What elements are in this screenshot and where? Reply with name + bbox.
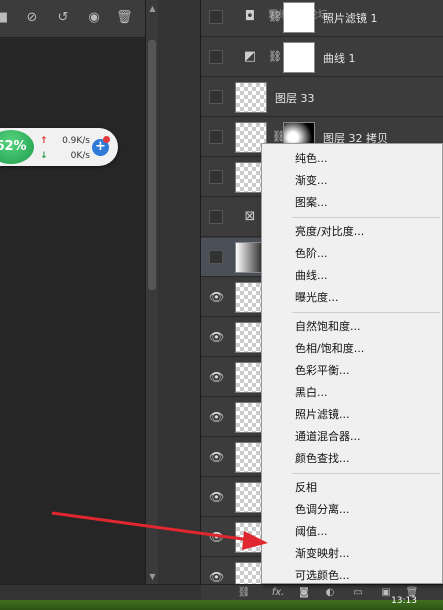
adjustment-context-menu: 纯色... 渐变... 图案... 亮度/对比度... 色阶... 曲线... 曝光度...… <box>261 143 443 584</box>
scrollbar-thumb[interactable] <box>148 40 156 290</box>
panel-gutter <box>158 0 201 584</box>
visibility-toggle[interactable] <box>209 130 223 144</box>
eye-icon: 👁 <box>209 290 225 304</box>
download-arrow-icon: ↓ <box>40 151 48 161</box>
adjustment-layer-icon[interactable]: ◐ <box>323 586 337 599</box>
menu-item[interactable]: 黑白... <box>262 382 443 404</box>
menu-item[interactable]: 渐变... <box>262 170 443 192</box>
menu-item[interactable]: 曲线... <box>262 265 443 287</box>
layer-name[interactable]: 照片滤镜 1 <box>323 10 378 26</box>
layer-name[interactable]: 曲线 1 <box>323 50 356 66</box>
status-bar <box>0 584 201 600</box>
visibility-toggle[interactable] <box>209 210 223 224</box>
canvas-scrollbar[interactable]: ▲ ▼ <box>145 0 158 584</box>
menu-item[interactable]: 反相 <box>262 477 443 499</box>
camera-icon: ◘ <box>244 9 256 24</box>
eye-icon: 👁 <box>209 370 225 384</box>
upload-speed: 0.9K/s <box>62 136 90 146</box>
menu-item[interactable]: 自然饱和度... <box>262 316 443 338</box>
undo-icon[interactable]: ↺ <box>55 10 71 26</box>
visibility-toggle[interactable] <box>209 50 223 64</box>
visibility-toggle[interactable]: 👁 <box>209 330 225 344</box>
mask-link-icon[interactable]: ⛓ <box>268 49 282 65</box>
menu-separator <box>292 473 440 474</box>
canvas-toolbar: ■ ⊘ ↺ ◉ 🗑 <box>0 0 145 38</box>
fx-button[interactable]: fx. <box>267 586 289 599</box>
menu-item[interactable]: 色调分离... <box>262 499 443 521</box>
upload-arrow-icon: ↑ <box>40 136 48 146</box>
watermark: 思缘设计论坛 <box>268 10 328 21</box>
visibility-toggle[interactable]: 👁 <box>209 490 225 504</box>
cpu-percent: 62% <box>0 130 34 164</box>
visibility-toggle[interactable]: 👁 <box>209 450 225 464</box>
menu-item[interactable]: 色相/饱和度... <box>262 338 443 360</box>
eye-icon: 👁 <box>209 570 225 584</box>
menu-item[interactable]: 亮度/对比度... <box>262 221 443 243</box>
eye-icon: 👁 <box>209 450 225 464</box>
mask-icon[interactable]: ◙ <box>297 586 311 599</box>
menu-item[interactable]: 通道混合器... <box>262 426 443 448</box>
scroll-down-icon[interactable]: ▼ <box>148 572 157 581</box>
layer-row[interactable]: 图层 33 <box>201 78 443 117</box>
visibility-toggle[interactable] <box>209 10 223 24</box>
layer-row[interactable]: ◩ ⛓ 曲线 1 <box>201 38 443 77</box>
visibility-toggle[interactable]: 👁 <box>209 570 225 584</box>
menu-item[interactable]: 色彩平衡... <box>262 360 443 382</box>
scroll-up-icon[interactable]: ▲ <box>148 4 157 13</box>
notification-dot <box>103 136 110 143</box>
menu-item[interactable]: 阈值... <box>262 521 443 543</box>
menu-separator <box>292 312 440 313</box>
eye-icon: 👁 <box>209 330 225 344</box>
canvas-area: 62% ↑ 0.9K/s ↓ 0K/s + <box>0 39 145 584</box>
visibility-toggle[interactable] <box>209 170 223 184</box>
eye-icon: 👁 <box>209 410 225 424</box>
menu-item[interactable]: 可选颜色... <box>262 565 443 587</box>
eye-icon: 👁 <box>209 530 225 544</box>
clock: 13:13 <box>391 596 417 606</box>
link-layers-icon[interactable]: ⛓ <box>237 586 251 599</box>
visibility-toggle[interactable] <box>209 90 223 104</box>
visibility-toggle[interactable]: 👁 <box>209 290 225 304</box>
menu-item[interactable]: 图案... <box>262 192 443 214</box>
layer-name[interactable]: 图层 33 <box>275 90 315 106</box>
brightness-icon: ⊠ <box>244 209 256 224</box>
stop-icon[interactable]: ■ <box>0 10 10 26</box>
menu-item[interactable]: 纯色... <box>262 148 443 170</box>
eye-icon: 👁 <box>209 490 225 504</box>
curves-icon: ◩ <box>243 49 257 64</box>
menu-item[interactable]: 色阶... <box>262 243 443 265</box>
menu-item[interactable]: 曝光度... <box>262 287 443 309</box>
trash-icon[interactable]: 🗑 <box>116 10 133 26</box>
menu-separator <box>292 217 440 218</box>
layer-mask-thumbnail[interactable] <box>283 42 315 73</box>
visibility-toggle[interactable]: 👁 <box>209 370 225 384</box>
visibility-toggle[interactable]: 👁 <box>209 410 225 424</box>
visibility-toggle[interactable] <box>209 250 223 264</box>
download-speed: 0K/s <box>70 151 90 161</box>
eye-icon[interactable]: ◉ <box>86 10 102 26</box>
link-icon[interactable]: ⊘ <box>24 10 40 26</box>
menu-item[interactable]: 照片滤镜... <box>262 404 443 426</box>
taskbar: 13:13 <box>0 596 443 610</box>
menu-item[interactable]: 颜色查找... <box>262 448 443 470</box>
network-speed-widget[interactable]: 62% ↑ 0.9K/s ↓ 0K/s + <box>0 128 118 166</box>
group-icon[interactable]: ▭ <box>351 586 365 599</box>
visibility-toggle[interactable]: 👁 <box>209 530 225 544</box>
layer-thumbnail[interactable] <box>235 82 267 113</box>
menu-item[interactable]: 渐变映射... <box>262 543 443 565</box>
